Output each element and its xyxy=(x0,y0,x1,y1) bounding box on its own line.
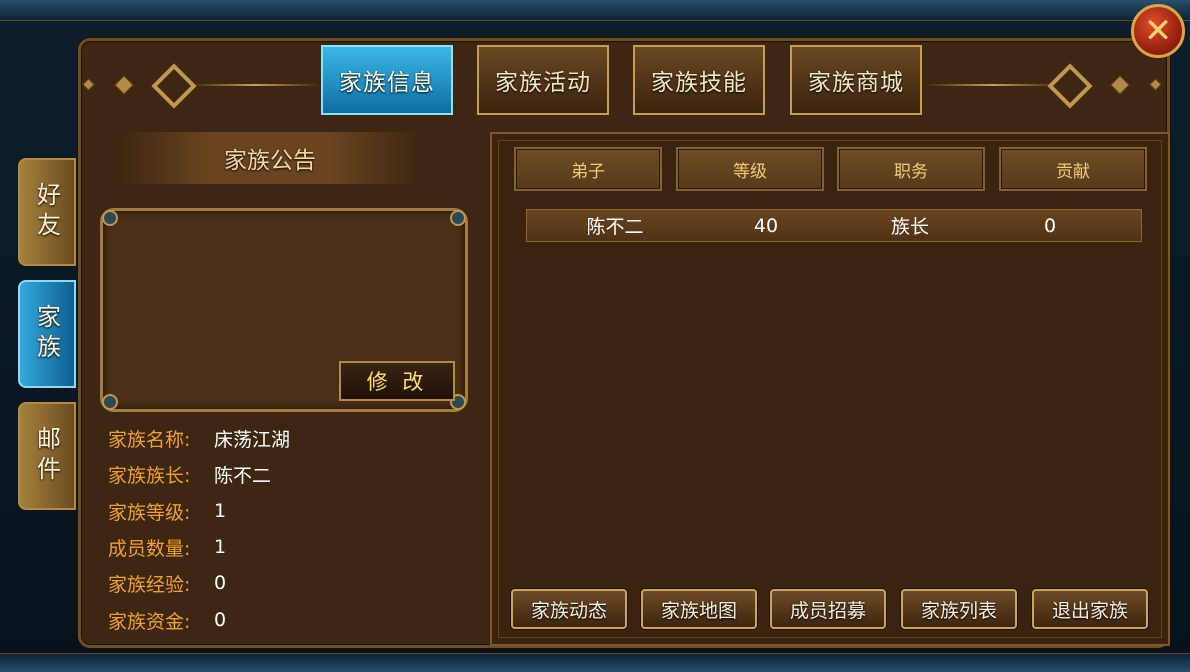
family-list-button[interactable]: 家族列表 xyxy=(901,589,1017,629)
corner-ornament-icon xyxy=(102,210,118,226)
info-label: 家族名称: xyxy=(108,428,191,451)
game-screen: 好友 家族 邮件 家族信息 家族活动 家族技能 家族商城 ✕ 家族公告 修 改 … xyxy=(0,0,1190,672)
column-header-contribution[interactable]: 贡献 xyxy=(999,147,1147,191)
info-value: 1 xyxy=(214,536,227,558)
member-level-cell: 40 xyxy=(753,214,779,237)
leave-family-button[interactable]: 退出家族 xyxy=(1032,589,1148,629)
info-label: 家族等级: xyxy=(108,501,191,524)
info-row-funds: 家族资金: 0 xyxy=(108,605,226,635)
edit-notice-button[interactable]: 修 改 xyxy=(339,361,455,401)
side-tab-family[interactable]: 家族 xyxy=(18,280,76,388)
info-value: 床荡江湖 xyxy=(214,428,291,451)
recruit-members-button[interactable]: 成员招募 xyxy=(770,589,886,629)
info-row-level: 家族等级: 1 xyxy=(108,496,226,526)
header-ornament-line-right xyxy=(925,84,1060,86)
column-header-position[interactable]: 职务 xyxy=(837,147,985,191)
info-value: 0 xyxy=(214,609,227,631)
column-header-level[interactable]: 等级 xyxy=(676,147,824,191)
info-row-members: 成员数量: 1 xyxy=(108,532,226,562)
family-news-button[interactable]: 家族动态 xyxy=(511,589,627,629)
info-value: 1 xyxy=(214,500,227,522)
corner-ornament-icon xyxy=(450,210,466,226)
info-value: 0 xyxy=(214,572,227,594)
close-icon[interactable]: ✕ xyxy=(1131,4,1185,58)
tab-family-skills[interactable]: 家族技能 xyxy=(633,45,765,115)
column-header-disciple[interactable]: 弟子 xyxy=(514,147,662,191)
info-label: 成员数量: xyxy=(108,537,191,560)
member-name-cell: 陈不二 xyxy=(586,216,644,238)
side-tab-mail[interactable]: 邮件 xyxy=(18,402,76,510)
info-label: 家族经验: xyxy=(108,573,191,596)
member-position-cell: 族长 xyxy=(890,216,929,238)
notice-title: 家族公告 xyxy=(120,132,420,184)
info-label: 家族资金: xyxy=(108,610,191,633)
tab-family-activity[interactable]: 家族活动 xyxy=(477,45,609,115)
info-row-name: 家族名称: 床荡江湖 xyxy=(108,423,290,453)
info-row-experience: 家族经验: 0 xyxy=(108,568,226,598)
info-value: 陈不二 xyxy=(214,464,272,487)
info-label: 家族族长: xyxy=(108,464,191,487)
family-map-button[interactable]: 家族地图 xyxy=(641,589,757,629)
tab-family-info[interactable]: 家族信息 xyxy=(321,45,453,115)
info-row-leader: 家族族长: 陈不二 xyxy=(108,459,271,489)
top-bar xyxy=(0,0,1190,21)
corner-ornament-icon xyxy=(102,394,118,410)
bottom-bar xyxy=(0,653,1190,672)
member-contribution-cell: 0 xyxy=(1043,214,1057,237)
side-tab-friends[interactable]: 好友 xyxy=(18,158,76,266)
tab-family-shop[interactable]: 家族商城 xyxy=(790,45,922,115)
header-ornament-line-left xyxy=(190,84,320,86)
